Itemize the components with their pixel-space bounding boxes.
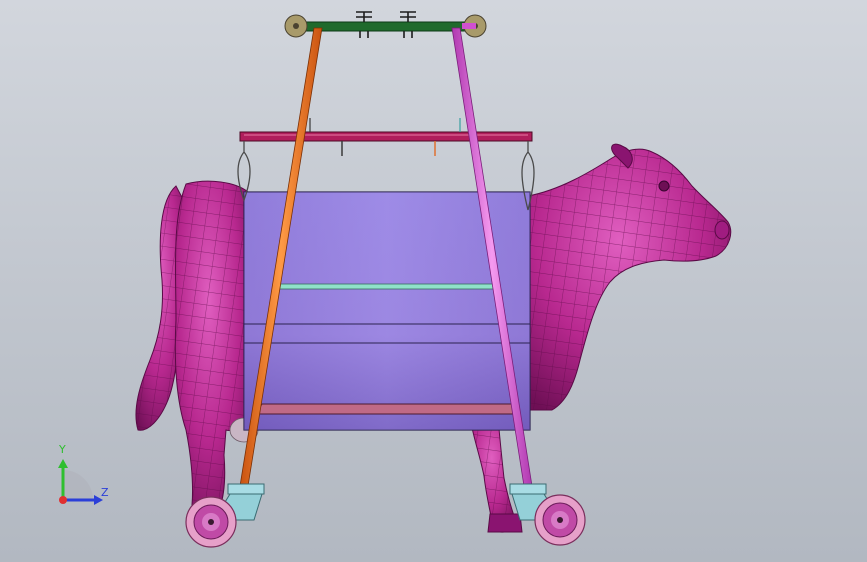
sling-strap — [275, 283, 497, 290]
axis-y-label: Y — [59, 443, 66, 456]
right-caster[interactable] — [509, 483, 586, 546]
axis-triad — [58, 459, 103, 505]
cow-hoof — [487, 513, 523, 533]
axis-z-label: Z — [101, 486, 109, 499]
cow-nose — [714, 220, 730, 240]
sling-tray — [255, 403, 521, 415]
model-scene[interactable] — [0, 0, 867, 562]
cad-viewport[interactable]: Y Z — [0, 0, 867, 562]
cow-eye — [658, 180, 670, 192]
